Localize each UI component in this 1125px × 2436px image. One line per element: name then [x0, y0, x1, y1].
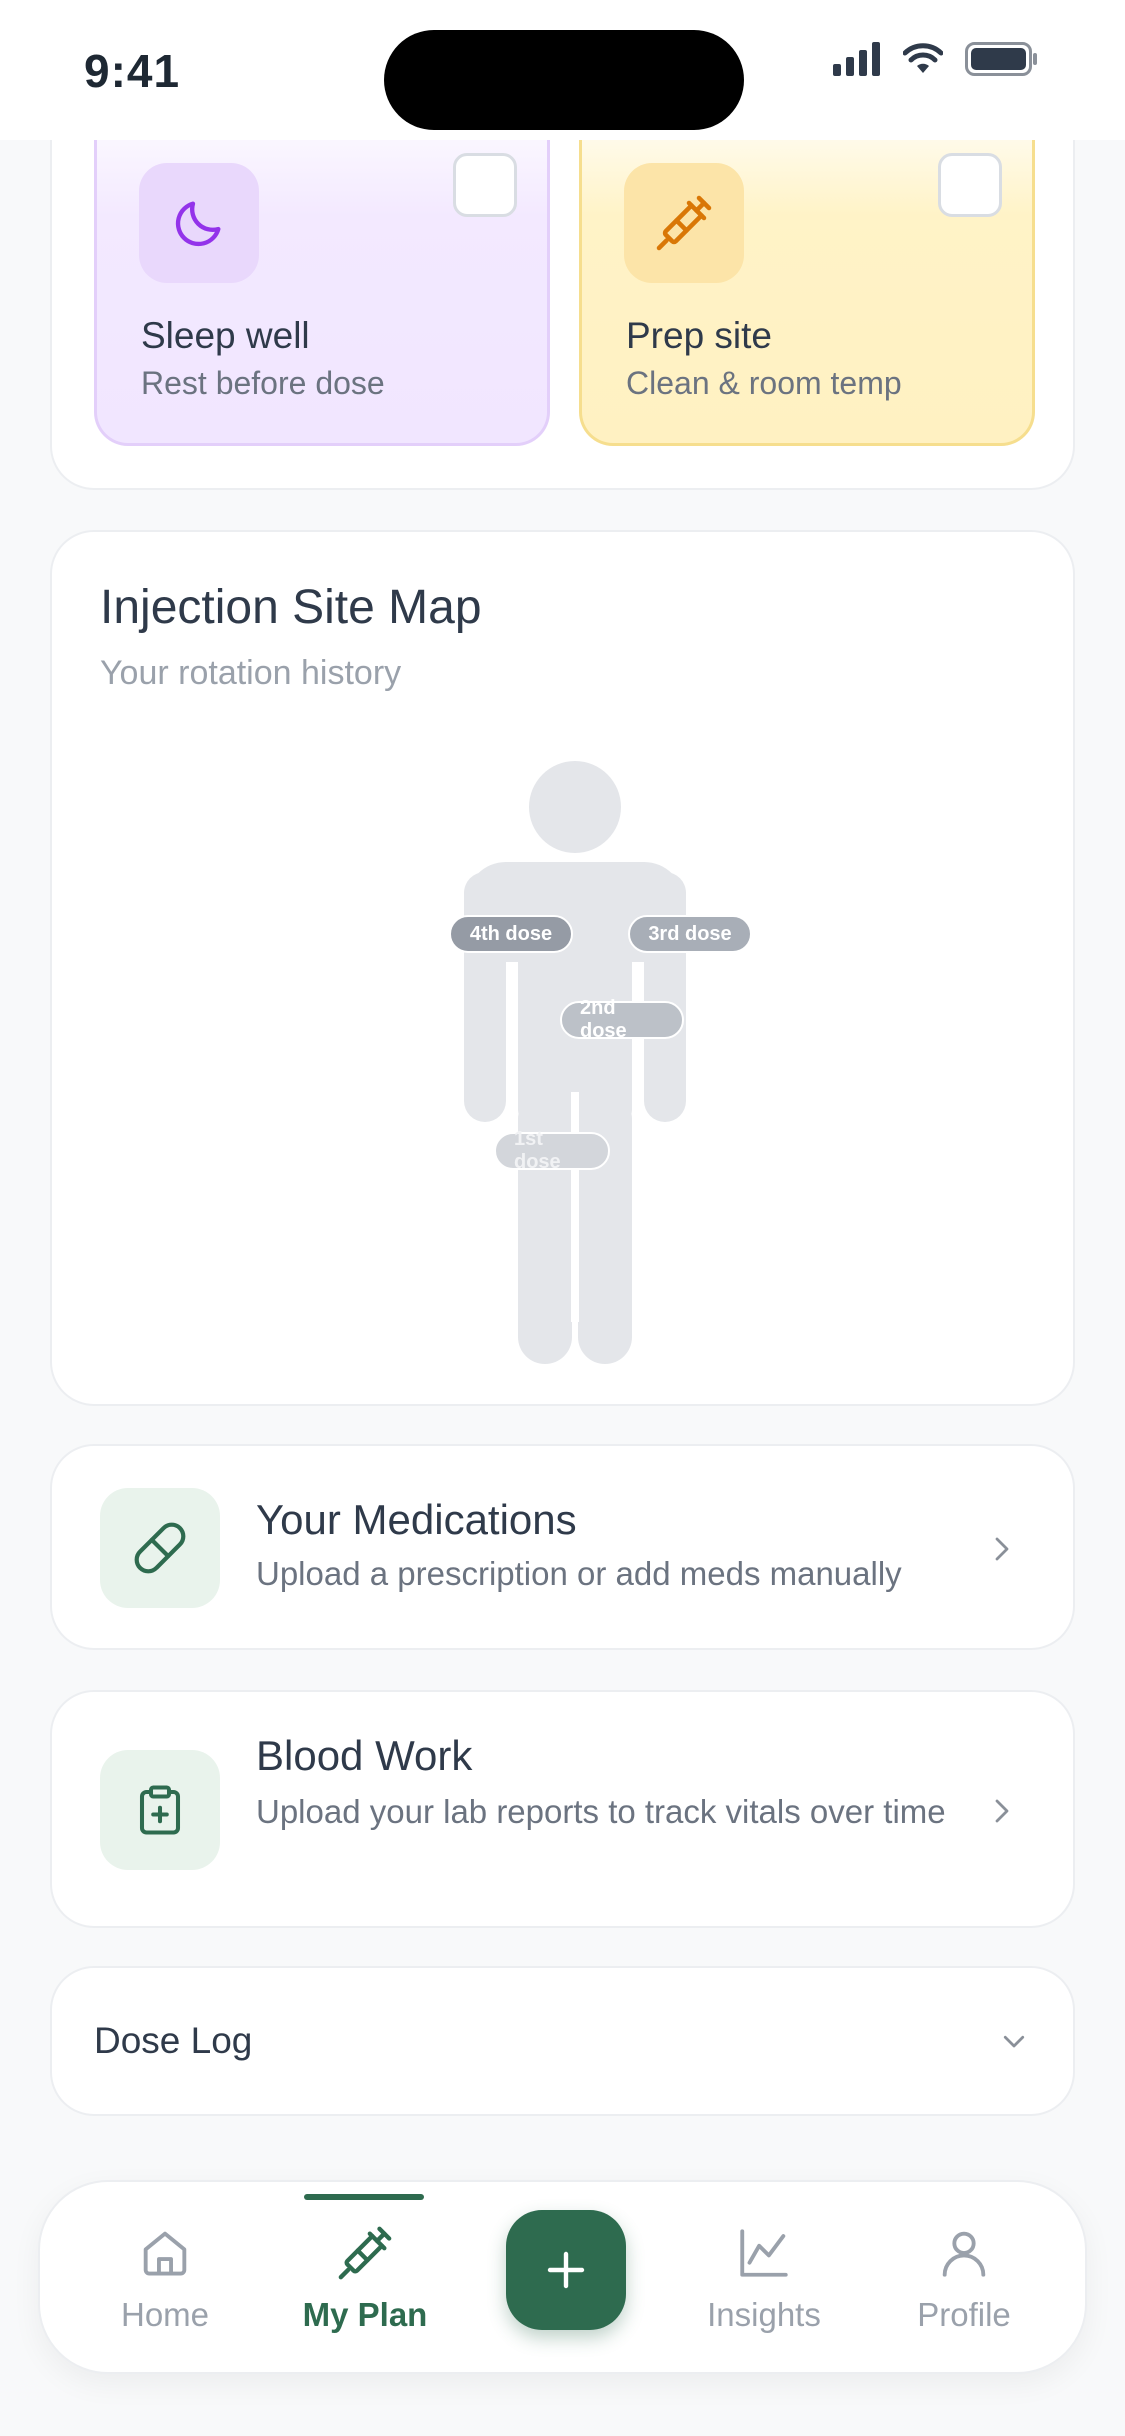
- add-button[interactable]: [506, 2210, 626, 2330]
- chevron-down-icon: [1003, 2035, 1025, 2048]
- body-figure: [464, 761, 686, 1364]
- tile-title: Prep site: [626, 315, 773, 356]
- user-icon: [942, 2231, 986, 2277]
- syringe-icon: [624, 163, 744, 283]
- nav-insights-label: Insights: [707, 2296, 821, 2333]
- prep-tile-sleep[interactable]: Sleep well Rest before dose: [94, 90, 550, 446]
- signal-icon: [833, 42, 880, 76]
- medications-subtitle: Upload a prescription or add meds manual…: [256, 1555, 902, 1592]
- status-icons: [833, 42, 1039, 76]
- tile-title: Sleep well: [141, 315, 310, 356]
- nav-profile-label: Profile: [917, 2296, 1011, 2333]
- pill-icon: [100, 1488, 220, 1608]
- medications-card[interactable]: Your Medications Upload a prescription o…: [50, 1444, 1075, 1650]
- home-icon: [143, 2231, 187, 2276]
- dose-marker-1st[interactable]: 1st dose: [494, 1128, 610, 1173]
- injection-site-map-card: Injection Site Map Your rotation history…: [50, 530, 1075, 1406]
- active-tab-indicator: [304, 2194, 424, 2200]
- sleep-checkbox[interactable]: [453, 153, 517, 217]
- nav-home[interactable]: Home: [85, 2224, 245, 2334]
- blood-work-subtitle: Upload your lab reports to track vitals …: [256, 1793, 946, 1830]
- dose-marker-4th[interactable]: 4th dose: [449, 915, 573, 953]
- nav-my-plan-label: My Plan: [302, 2296, 428, 2333]
- moon-icon: [139, 163, 259, 283]
- nav-profile[interactable]: Profile: [884, 2224, 1044, 2334]
- dynamic-island: [384, 30, 744, 130]
- chevron-right-icon: [995, 1537, 1009, 1561]
- blood-work-card[interactable]: Blood Work Upload your lab reports to tr…: [50, 1690, 1075, 1928]
- medications-title: Your Medications: [256, 1496, 577, 1543]
- dose-log-title: Dose Log: [94, 2020, 253, 2061]
- syringe-icon: [338, 2226, 392, 2280]
- tile-subtitle: Rest before dose: [141, 365, 385, 401]
- prep-site-checkbox[interactable]: [938, 153, 1002, 217]
- wifi-icon: [903, 43, 943, 73]
- dose-marker-3rd[interactable]: 3rd dose: [628, 915, 752, 953]
- dose-log-accordion[interactable]: Dose Log: [50, 1966, 1075, 2116]
- bottom-nav: Home My Plan Insights Profile: [38, 2180, 1087, 2374]
- chevron-right-icon: [995, 1799, 1009, 1823]
- status-bar: 9:41: [0, 0, 1125, 140]
- nav-insights[interactable]: Insights: [684, 2224, 844, 2334]
- nav-home-label: Home: [120, 2296, 210, 2333]
- status-time: 9:41: [84, 45, 181, 97]
- plus-icon: [547, 2251, 585, 2289]
- tile-subtitle: Clean & room temp: [626, 365, 902, 401]
- prep-tile-site[interactable]: Prep site Clean & room temp: [579, 90, 1035, 446]
- nav-my-plan[interactable]: My Plan: [285, 2224, 445, 2334]
- chart-icon: [740, 2229, 788, 2277]
- dose-marker-2nd[interactable]: 2nd dose: [560, 997, 684, 1042]
- battery-icon: [965, 42, 1037, 76]
- blood-work-title: Blood Work: [256, 1732, 473, 1779]
- clipboard-plus-icon: [100, 1750, 220, 1870]
